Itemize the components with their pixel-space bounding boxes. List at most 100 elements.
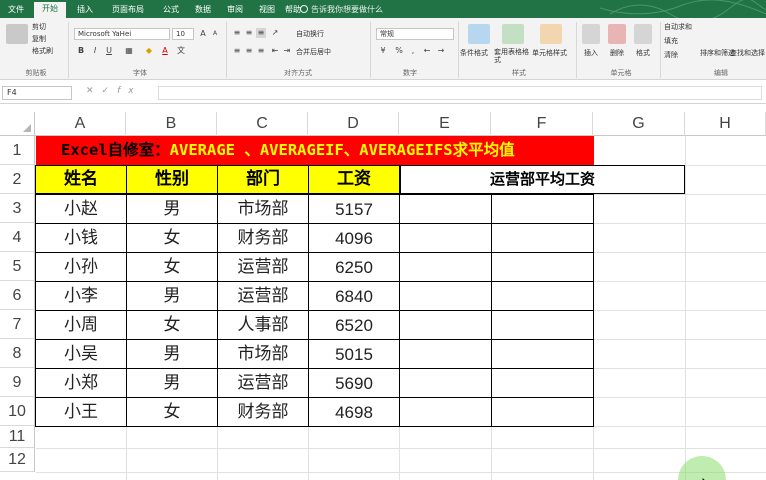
cell-salary[interactable]: 6250	[308, 252, 400, 282]
conditional-format-button[interactable]: 条件格式	[460, 48, 488, 58]
font-color-icon[interactable]: A	[160, 46, 170, 56]
copy-button[interactable]: 复制	[32, 34, 46, 44]
row-header[interactable]: 10	[0, 397, 35, 426]
underline-icon[interactable]: U	[104, 46, 114, 56]
cut-button[interactable]: 剪切	[32, 22, 46, 32]
tab-data[interactable]: 数据	[188, 3, 218, 18]
decrease-font-icon[interactable]: A	[210, 29, 220, 39]
empty-cell[interactable]	[399, 310, 492, 340]
empty-cell[interactable]	[491, 223, 594, 253]
paste-icon[interactable]	[6, 24, 28, 44]
comma-icon[interactable]: ,	[408, 46, 418, 56]
wrap-text-button[interactable]: 自动换行	[296, 29, 324, 39]
cell-gender[interactable]: 女	[126, 310, 218, 340]
align-bottom-icon[interactable]: ≡	[256, 28, 266, 38]
cell-department[interactable]: 市场部	[217, 339, 309, 369]
cell-salary[interactable]: 6840	[308, 281, 400, 311]
merge-center-button[interactable]: 合并后居中	[296, 47, 331, 57]
find-select-button[interactable]: 查找和选择	[730, 48, 765, 58]
empty-cell[interactable]	[399, 252, 492, 282]
table-format-icon[interactable]	[502, 24, 524, 44]
column-header[interactable]: A	[35, 112, 126, 136]
empty-cell[interactable]	[399, 281, 492, 311]
align-right-icon[interactable]: ≡	[256, 46, 266, 56]
cell-name[interactable]: 小李	[35, 281, 127, 311]
increase-font-icon[interactable]: A	[198, 29, 208, 39]
cell-salary[interactable]: 5015	[308, 339, 400, 369]
row-header[interactable]: 8	[0, 339, 35, 368]
decrease-decimal-icon[interactable]: →	[436, 46, 446, 56]
cell-gender[interactable]: 女	[126, 252, 218, 282]
delete-cells-button[interactable]: 删除	[610, 48, 624, 58]
empty-cell[interactable]	[491, 310, 594, 340]
row-header[interactable]: 11	[0, 426, 35, 448]
cell-department[interactable]: 运营部	[217, 252, 309, 282]
format-painter-button[interactable]: 格式刷	[32, 46, 53, 56]
cell-styles-icon[interactable]	[540, 24, 562, 44]
select-all-corner[interactable]	[0, 112, 35, 136]
cell-name[interactable]: 小王	[35, 397, 127, 427]
insert-cells-button[interactable]: 插入	[584, 48, 598, 58]
empty-cell[interactable]	[399, 223, 492, 253]
cell-gender[interactable]: 男	[126, 194, 218, 224]
tab-view[interactable]: 视图	[252, 3, 282, 18]
cell-department[interactable]: 人事部	[217, 310, 309, 340]
cell-name[interactable]: 小周	[35, 310, 127, 340]
empty-cell[interactable]	[399, 339, 492, 369]
row-header[interactable]: 12	[0, 448, 35, 472]
cell-gender[interactable]: 男	[126, 368, 218, 398]
clear-button[interactable]: 清除	[664, 50, 678, 60]
row-header[interactable]: 9	[0, 368, 35, 397]
column-header[interactable]: C	[217, 112, 308, 136]
header-department[interactable]: 部门	[217, 165, 309, 194]
tab-review[interactable]: 审阅	[220, 3, 250, 18]
enter-icon[interactable]: ✓	[102, 86, 118, 96]
format-cells-button[interactable]: 格式	[636, 48, 650, 58]
header-gender[interactable]: 性别	[126, 165, 218, 194]
row-header[interactable]: 2	[0, 165, 35, 194]
indent-decrease-icon[interactable]: ⇤	[270, 46, 280, 56]
currency-icon[interactable]: ¥	[378, 46, 388, 56]
cancel-icon[interactable]: ✕	[86, 86, 102, 96]
cell-name[interactable]: 小赵	[35, 194, 127, 224]
column-header[interactable]: D	[308, 112, 399, 136]
empty-cell[interactable]	[491, 368, 594, 398]
ops-average-salary-header[interactable]: 运营部平均工资	[400, 165, 685, 194]
cell-salary[interactable]: 5157	[308, 194, 400, 224]
empty-cell[interactable]	[491, 281, 594, 311]
indent-increase-icon[interactable]: ⇥	[282, 46, 292, 56]
tab-file[interactable]: 文件	[2, 3, 30, 18]
header-salary[interactable]: 工资	[308, 165, 400, 194]
sheet-title-cell[interactable]: Excel自修室：AVERAGE 、AVERAGEIF、AVERAGEIFS求平…	[36, 136, 594, 165]
cell-department[interactable]: 财务部	[217, 397, 309, 427]
column-header[interactable]: G	[593, 112, 685, 136]
format-cells-icon[interactable]	[634, 24, 652, 44]
font-name-select[interactable]: Microsoft YaHei	[74, 28, 170, 40]
cell-salary[interactable]: 4698	[308, 397, 400, 427]
tell-me-search[interactable]: 告诉我你想要做什么	[300, 3, 383, 16]
increase-decimal-icon[interactable]: ←	[422, 46, 432, 56]
cell-gender[interactable]: 女	[126, 223, 218, 253]
empty-cell[interactable]	[491, 397, 594, 427]
cell-salary[interactable]: 4096	[308, 223, 400, 253]
phonetic-icon[interactable]: 文	[176, 46, 186, 56]
bold-icon[interactable]: B	[76, 46, 86, 56]
name-box[interactable]: F4	[2, 86, 72, 100]
fill-color-icon[interactable]: ◆	[144, 46, 154, 56]
align-left-icon[interactable]: ≡	[232, 46, 242, 56]
cell-department[interactable]: 市场部	[217, 194, 309, 224]
fill-button[interactable]: 填充	[664, 36, 678, 46]
tab-home[interactable]: 开始	[34, 2, 66, 18]
formula-input[interactable]	[158, 86, 762, 100]
cell-name[interactable]: 小郑	[35, 368, 127, 398]
font-size-select[interactable]: 10	[172, 28, 194, 40]
column-header[interactable]: H	[685, 112, 766, 136]
column-header[interactable]: F	[491, 112, 593, 136]
column-header[interactable]: E	[399, 112, 491, 136]
column-header[interactable]: B	[126, 112, 217, 136]
border-icon[interactable]: ▦	[124, 46, 134, 56]
cell-styles-button[interactable]: 单元格样式	[532, 48, 567, 58]
row-header[interactable]: 1	[0, 136, 35, 165]
cell-name[interactable]: 小孙	[35, 252, 127, 282]
delete-cells-icon[interactable]	[608, 24, 626, 44]
